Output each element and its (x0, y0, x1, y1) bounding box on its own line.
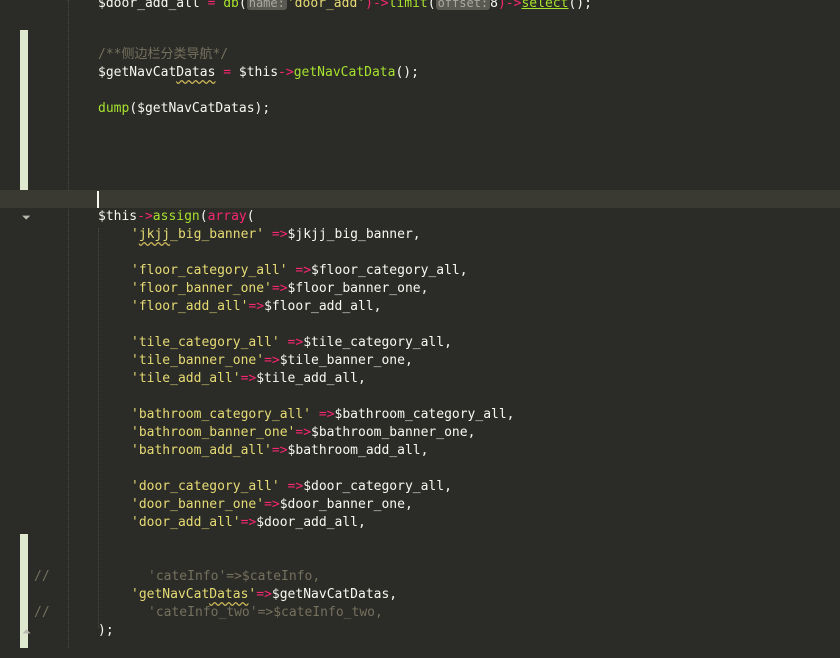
array-key: 'tile_category_all' (131, 335, 280, 350)
variable: $door_add_all, (256, 515, 366, 530)
code-line[interactable]: // 'cateInfo'=>$cateInfo, (0, 568, 840, 586)
variable: $bathroom_banner_one, (311, 425, 476, 440)
line-comment-marker: // (34, 569, 50, 584)
code-line[interactable]: 'floor_category_all' =>$floor_category_a… (0, 262, 840, 280)
punctuation: ( (246, 209, 255, 224)
punctuation: (); (395, 65, 419, 80)
number-literal: 8 (490, 0, 498, 11)
text-caret (97, 191, 99, 208)
variable: $tile_add_all, (256, 371, 366, 386)
array-key: 'tile_add_all' (131, 371, 241, 386)
operator: = (215, 65, 239, 80)
variable: $floor_banner_one, (287, 281, 429, 296)
variable: $floor_category_all, (311, 263, 468, 278)
code-line[interactable]: /**侧边栏分类导航*/ (0, 46, 840, 64)
operator: -> (137, 209, 153, 224)
operator: => (248, 299, 265, 314)
method-name: getNavCatData (293, 65, 396, 80)
code-comment: 'cateInfo'=>$cateInfo, (148, 569, 321, 584)
code-line[interactable]: 'tile_banner_one'=>$tile_banner_one, (0, 352, 840, 370)
variable: $this (98, 209, 138, 224)
variable: $jkjj_big_banner, (287, 227, 421, 242)
code-line[interactable]: 'jkjj_big_banner' =>$jkjj_big_banner, (0, 226, 840, 244)
current-line-highlight[interactable] (0, 190, 840, 208)
array-key: 'tile_banner_one' (131, 353, 265, 368)
code-line[interactable]: 'getNavCatDatas'=>$getNavCatDatas, (0, 586, 840, 604)
code-line[interactable]: ); (0, 622, 840, 640)
code-line[interactable]: $this->assign(array( (0, 208, 840, 226)
keyword: array (207, 209, 247, 224)
variable: $tile_banner_one, (279, 353, 413, 368)
operator: => (264, 497, 280, 512)
function-args: ($getNavCatDatas); (129, 101, 271, 116)
parameter-hint: name: (246, 0, 287, 10)
array-key: 'bathroom_add_all' (131, 443, 272, 458)
operator: => (240, 371, 257, 386)
method-name: limit (388, 0, 428, 11)
code-line[interactable]: 'door_add_all'=>$door_add_all, (0, 514, 840, 532)
operator: => (240, 515, 257, 530)
array-key: 'bathroom_category_all' (131, 407, 312, 422)
operator: )-> (497, 0, 522, 11)
array-key: 'door_add_all' (131, 515, 241, 530)
line-comment-marker: // (34, 605, 50, 620)
variable: $this (238, 65, 279, 80)
parameter-hint: offset: (435, 0, 491, 10)
string-literal: 'door_add' (286, 0, 366, 11)
method-name: assign (152, 209, 200, 224)
variable: $door_add_all (98, 0, 200, 11)
punctuation: (); (568, 0, 592, 11)
code-line[interactable]: 'bathroom_add_all'=>$bathroom_add_all, (0, 442, 840, 460)
variable: $bathroom_category_all, (334, 407, 515, 422)
code-line[interactable]: $getNavCatDatas = $this->getNavCatData()… (0, 64, 840, 82)
code-line[interactable]: dump($getNavCatDatas); (0, 100, 840, 118)
operator: => (295, 425, 312, 440)
variable: $tile_category_all, (303, 335, 452, 350)
variable: $door_banner_one, (279, 497, 413, 512)
method-name: select (521, 0, 569, 11)
operator: => (256, 587, 272, 602)
operator: => (271, 443, 288, 458)
code-comment: 'cateInfo_two'=>$cateInfo_two, (148, 605, 383, 620)
variable: $door_category_all, (303, 479, 452, 494)
function-name: dump (98, 101, 130, 116)
operator: -> (278, 65, 294, 80)
code-line[interactable]: 'door_banner_one'=>$door_banner_one, (0, 496, 840, 514)
variable: $bathroom_add_all, (287, 443, 429, 458)
code-line[interactable]: 'floor_banner_one'=>$floor_banner_one, (0, 280, 840, 298)
punctuation: ); (98, 623, 114, 638)
operator: => (264, 227, 288, 242)
code-line[interactable]: // 'cateInfo_two'=>$cateInfo_two, (0, 604, 840, 622)
code-line[interactable]: 'bathroom_banner_one'=>$bathroom_banner_… (0, 424, 840, 442)
operator: => (279, 479, 304, 494)
array-key: 'jkjj_big_banner' (131, 227, 265, 242)
array-key: 'bathroom_banner_one' (131, 425, 296, 440)
code-line[interactable]: 'tile_add_all'=>$tile_add_all, (0, 370, 840, 388)
operator: => (311, 407, 335, 422)
array-key: 'floor_category_all' (131, 263, 288, 278)
variable: $getNavCatDatas, (271, 587, 398, 602)
operator: = (199, 0, 224, 11)
code-line[interactable]: 'tile_category_all' =>$tile_category_all… (0, 334, 840, 352)
operator: => (271, 281, 288, 296)
operator: => (279, 335, 304, 350)
array-key: 'door_category_all' (131, 479, 280, 494)
code-line[interactable]: $door_add_all = db(name:'door_add')->lim… (0, 0, 840, 12)
operator: => (264, 353, 280, 368)
indent-guide (68, 0, 69, 648)
code-line[interactable]: 'door_category_all' =>$door_category_all… (0, 478, 840, 496)
array-key: 'floor_add_all' (131, 299, 249, 314)
code-line[interactable]: 'floor_add_all'=>$floor_add_all, (0, 298, 840, 316)
array-key: 'door_banner_one' (131, 497, 265, 512)
function-name: db (223, 0, 239, 11)
array-key: 'floor_banner_one' (131, 281, 272, 296)
variable: $floor_add_all, (264, 299, 382, 314)
operator: )-> (365, 0, 389, 11)
code-line[interactable]: 'bathroom_category_all' =>$bathroom_cate… (0, 406, 840, 424)
punctuation: ( (199, 209, 208, 224)
operator: => (287, 263, 312, 278)
code-comment: /**侧边栏分类导航*/ (98, 47, 229, 62)
